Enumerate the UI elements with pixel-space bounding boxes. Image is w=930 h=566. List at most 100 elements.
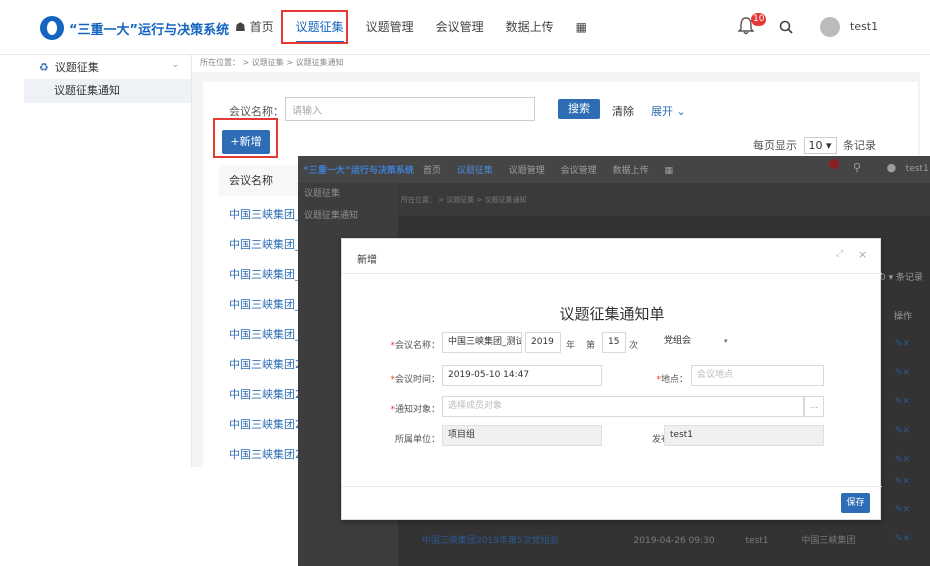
publisher-field: test1 <box>664 425 824 446</box>
location-label-text: 地点： <box>660 375 688 385</box>
overlay-row-name: 中国三峡集团2019年第5次党组会 <box>422 536 559 546</box>
overlay-page-size: 0 ▾ 条记录 <box>880 273 923 283</box>
notify-target-label-text: 通知对象： <box>394 405 440 415</box>
expand-button[interactable]: 展开 ⌄ <box>651 103 686 119</box>
table-row-link[interactable]: 中国三峡集团_ <box>229 296 301 312</box>
overlay-edit-delete-icon: ✎✕ <box>895 505 911 515</box>
meeting-name-field[interactable]: 中国三峡集团_测试 <box>442 332 522 353</box>
home-icon: ☗ <box>235 20 246 34</box>
modal-header: 新增 ⤢ × <box>342 239 882 274</box>
overlay-sidebar-item: 议题征集通知 <box>304 211 359 221</box>
save-button[interactable]: 保存 <box>841 493 870 513</box>
overlay-sidebar-group: 议题征集 <box>304 189 341 199</box>
user-avatar-icon[interactable] <box>820 17 840 37</box>
table-row-link[interactable]: 中国三峡集团_ <box>229 266 301 282</box>
meeting-type-value: 党组会 <box>664 336 692 346</box>
nav-home-label: 首页 <box>249 20 274 34</box>
overlay-edit-delete-icon: ✎✕ <box>895 368 911 378</box>
overlay-edit-delete-icon: ✎✕ <box>895 339 911 349</box>
sidebar-item-issue-notice[interactable]: 议题征集通知 <box>24 79 191 103</box>
table-row-link[interactable]: 中国三峡集团_ <box>229 236 301 252</box>
breadcrumb: 所在位置： > 议题征集 > 议题征集通知 <box>200 58 344 67</box>
overlay-nav-issue-manage: 议题管理 <box>508 166 545 176</box>
search-icon[interactable] <box>779 20 793 34</box>
grid-icon: ▦ <box>575 20 588 34</box>
nav-meeting-manage[interactable]: 会议管理 <box>425 0 495 55</box>
modal-title: 新增 <box>357 255 377 266</box>
overlay-system-title: “三重一大”运行与决策系统 <box>303 166 414 176</box>
overlay-header-right: ⚲ ● test1 <box>833 161 929 174</box>
top-navbar: “三重一大”运行与决策系统 ☗ 首页 议题征集 议题管理 会议管理 数据上传 ▦… <box>0 0 930 55</box>
overlay-row-time: 2019-04-26 09:30 <box>633 536 715 546</box>
unit-field-label: 所属单位： <box>394 435 440 445</box>
clear-button[interactable]: 清除 <box>612 103 634 119</box>
chevron-down-icon: ⌄ <box>676 105 686 118</box>
meeting-time-field[interactable]: 2019-05-10 14:47 <box>442 365 602 386</box>
nav-grid-menu[interactable]: ▦ <box>565 0 598 55</box>
nav-home[interactable]: ☗ 首页 <box>224 0 285 55</box>
overlay-row-user: test1 <box>745 536 769 546</box>
overlay-nav-issue-collect: 议题征集 <box>456 166 493 176</box>
meeting-name-label: 会议名称： <box>229 105 284 118</box>
close-icon[interactable]: × <box>858 248 867 261</box>
overlay-nav: 首页 议题征集 议题管理 会议管理 数据上传 ▦ <box>423 163 686 176</box>
maximize-icon[interactable]: ⤢ <box>836 249 843 259</box>
username[interactable]: test1 <box>850 20 878 33</box>
table-row-link[interactable]: 中国三峡集团2 <box>229 386 302 402</box>
page-size-suffix: 条记录 <box>843 139 877 152</box>
meeting-name-label-text: 会议名称： <box>394 341 440 351</box>
add-notice-modal: 新增 ⤢ × 议题征集通知单 *会议名称： 中国三峡集团_测试 2019 年 第… <box>341 238 882 520</box>
unit-field: 项目组 <box>442 425 602 446</box>
overlay-breadcrumb: 所在位置： > 议题征集 > 议题征集通知 <box>401 196 527 204</box>
year-unit-label: 年 <box>566 341 576 351</box>
times-unit-label: 次 <box>629 341 639 351</box>
page-size-value: 10 <box>808 139 823 152</box>
overlay-edit-delete-icon: ✎✕ <box>895 397 911 407</box>
overlay-username: test1 <box>905 164 929 174</box>
highlight-box-nav <box>281 10 348 44</box>
overlay-topbar: “三重一大”运行与决策系统 首页 议题征集 议题管理 会议管理 数据上传 ▦ ⚲… <box>298 156 930 183</box>
meeting-name-field-label: *会议名称： <box>382 338 440 351</box>
table-row-link[interactable]: 中国三峡集团2 <box>229 416 302 432</box>
table-row-link[interactable]: 中国三峡集团_ <box>229 206 301 222</box>
meeting-time-label-text: 会议时间： <box>394 375 440 385</box>
recycle-icon: ♻ <box>39 60 49 74</box>
year-field[interactable]: 2019 <box>525 332 561 353</box>
meeting-type-select[interactable]: 党组会 ▾ <box>659 332 736 353</box>
overlay-edit-delete-icon: ✎✕ <box>895 455 911 465</box>
overlay-edit-delete-icon: ✎✕ <box>895 534 911 544</box>
overlay-grid-icon: ▦ <box>664 166 673 176</box>
table-row-link[interactable]: 中国三峡集团2 <box>229 356 302 372</box>
notification-badge: 10 <box>751 13 767 26</box>
sidebar-group-label: 议题征集 <box>54 61 99 74</box>
meeting-name-input[interactable]: 请输入 <box>285 97 535 121</box>
nav-data-upload[interactable]: 数据上传 <box>495 0 565 55</box>
overlay-op-header: 操作 <box>894 312 913 322</box>
table-row-link[interactable]: 中国三峡集团_ <box>229 326 301 342</box>
overlay-nav-data-upload: 数据上传 <box>612 166 649 176</box>
logo-icon <box>40 16 64 40</box>
meeting-time-field-label: *会议时间： <box>382 372 440 385</box>
overlay-avatar-icon: ● <box>886 161 897 174</box>
page-size-prefix: 每页显示 <box>753 139 797 152</box>
location-field[interactable]: 会议地点 <box>691 365 824 386</box>
sidebar-group-issue-collect[interactable]: ♻ 议题征集 ⌄ <box>24 55 191 79</box>
select-members-button[interactable]: ... <box>804 396 824 417</box>
table-row-link[interactable]: 中国三峡集团2 <box>229 446 302 462</box>
nav-issue-manage[interactable]: 议题管理 <box>355 0 425 55</box>
overlay-edit-delete-icon: ✎✕ <box>895 477 911 487</box>
highlight-box-add <box>213 118 278 158</box>
times-field[interactable]: 15 <box>602 332 626 353</box>
expand-label: 展开 <box>651 105 673 118</box>
overlay-nav-home: 首页 <box>423 166 442 176</box>
overlay-table-row: 中国三峡集团2019年第5次党组会 2019-04-26 09:30 test1… <box>422 533 855 546</box>
search-button[interactable]: 搜索 <box>558 99 600 119</box>
page-size-select[interactable]: 10 ▾ <box>803 137 837 154</box>
notify-target-field-label: *通知对象： <box>382 402 440 415</box>
page-size-control: 每页显示 10 ▾ 条记录 <box>753 137 876 154</box>
notify-target-field[interactable]: 选择成员对象 <box>442 396 804 417</box>
overlay-row-unit: 中国三峡集团 <box>801 536 856 546</box>
sidebar: ♻ 议题征集 ⌄ 议题征集通知 <box>24 55 192 467</box>
form-title: 议题征集通知单 <box>559 305 665 323</box>
overlay-nav-meeting-manage: 会议管理 <box>560 166 597 176</box>
